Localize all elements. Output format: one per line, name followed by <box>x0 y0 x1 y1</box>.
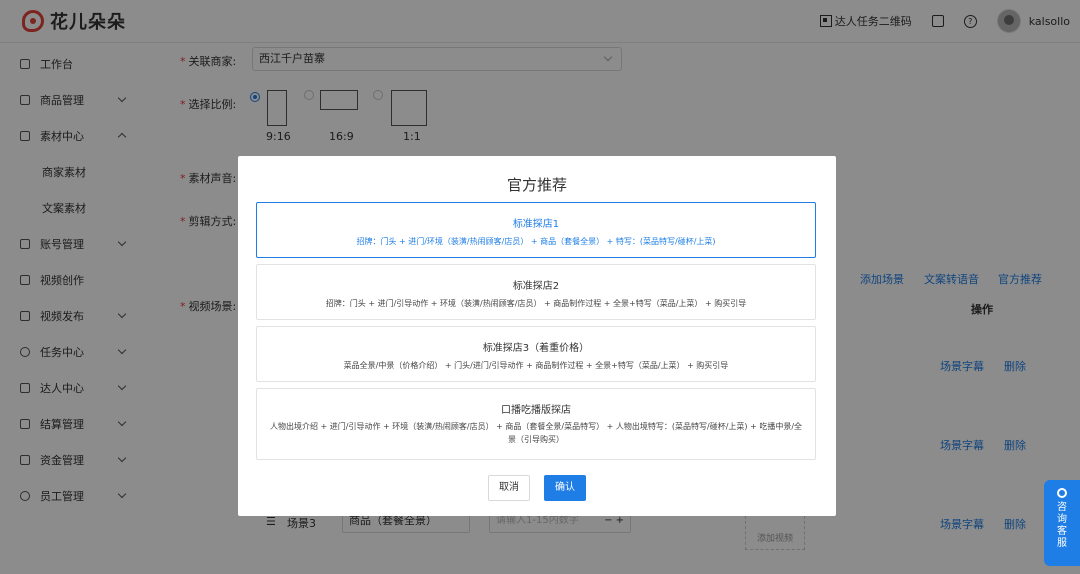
template-option-title: 标准探店1 <box>512 219 560 230</box>
template-option-2[interactable]: 标准探店2 招牌：门头 + 进门/引导动作 + 环境（装潢/热闹顾客/店员） +… <box>256 264 816 320</box>
customer-service-label: 咨询客服 <box>1057 502 1067 549</box>
headset-icon <box>1057 488 1067 498</box>
template-option-title: 口播吃播版探店 <box>501 405 571 416</box>
modal-title: 官方推荐 <box>506 176 567 194</box>
template-option-desc: 招牌：门头 + 进门/环境（装潢/热闹顾客/店员） + 商品（套餐全景） + 特… <box>356 237 716 246</box>
template-option-1[interactable]: 标准探店1 招牌：门头 + 进门/环境（装潢/热闹顾客/店员） + 商品（套餐全… <box>256 202 816 258</box>
template-option-desc: 人物出境介绍 + 进门/引导动作 + 环境（装潢/热闹顾客/店员） + 商品（套… <box>269 422 803 444</box>
template-option-title: 标准探店3（着重价格） <box>482 343 590 354</box>
template-option-4[interactable]: 口播吃播版探店 人物出境介绍 + 进门/引导动作 + 环境（装潢/热闹顾客/店员… <box>256 388 816 460</box>
confirm-button[interactable]: 确认 <box>544 475 586 501</box>
cancel-button[interactable]: 取消 <box>488 475 530 501</box>
template-option-desc: 菜品全景/中景（价格介绍） + 门头/进门/引导动作 + 商品制作过程 + 全景… <box>343 361 729 370</box>
customer-service-button[interactable]: 咨询客服 <box>1044 480 1080 566</box>
template-option-desc: 招牌：门头 + 进门/引导动作 + 环境（装潢/热闹顾客/店员） + 商品制作过… <box>325 299 747 308</box>
template-option-3[interactable]: 标准探店3（着重价格） 菜品全景/中景（价格介绍） + 门头/进门/引导动作 +… <box>256 326 816 382</box>
official-recommend-modal: 官方推荐 标准探店1 招牌：门头 + 进门/环境（装潢/热闹顾客/店员） + 商… <box>238 156 836 516</box>
template-option-title: 标准探店2 <box>512 281 560 292</box>
